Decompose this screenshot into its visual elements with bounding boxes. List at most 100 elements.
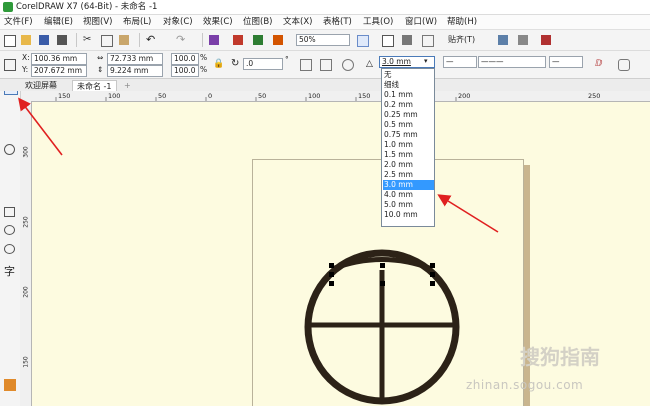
end-arrowhead-select[interactable]: —	[549, 56, 583, 68]
mirror-vertical-icon[interactable]	[320, 59, 332, 71]
shape-tool-icon[interactable]	[4, 99, 16, 111]
crop-tool-icon[interactable]	[4, 124, 16, 136]
dropdown-option[interactable]: 4.0 mm	[383, 190, 434, 200]
polygon-tool-icon[interactable]	[4, 244, 15, 254]
transparency-icon[interactable]	[4, 353, 16, 365]
import-icon[interactable]	[233, 35, 243, 45]
tab-welcome-screen[interactable]: 欢迎屏幕	[21, 80, 61, 91]
menu-object[interactable]: 对象(C)	[163, 17, 193, 27]
options-icon[interactable]	[498, 35, 508, 45]
menu-bar: 文件(F) 编辑(E) 视图(V) 布局(L) 对象(C) 效果(C) 位图(B…	[0, 15, 650, 30]
menu-help[interactable]: 帮助(H)	[447, 17, 477, 27]
dropdown-option[interactable]: 细线	[383, 80, 434, 90]
vertical-ruler[interactable]: 300 250 200 150	[20, 101, 32, 406]
ellipse-tool-icon[interactable]	[4, 225, 15, 235]
print-icon[interactable]	[57, 35, 67, 45]
height-icon: ⇕	[97, 65, 104, 74]
text-tool-icon[interactable]: 字	[4, 266, 16, 278]
rectangle-tool-icon[interactable]	[4, 207, 15, 217]
redo-icon[interactable]: ↷	[176, 34, 186, 45]
menu-effects[interactable]: 效果(C)	[203, 17, 233, 27]
horizontal-ruler[interactable]: 150 100 50 0 50 100 150 200 250	[31, 91, 650, 102]
start-arrowhead-select[interactable]: —	[443, 56, 477, 68]
menu-text[interactable]: 文本(X)	[283, 17, 312, 27]
dropdown-option[interactable]: 0.75 mm	[383, 130, 434, 140]
scale-y-input[interactable]: 100.0	[171, 65, 199, 77]
show-guidelines-icon[interactable]	[422, 35, 434, 47]
new-document-icon[interactable]	[4, 35, 16, 47]
width-input[interactable]: 72.733 mm	[107, 53, 163, 65]
menu-edit[interactable]: 编辑(E)	[44, 17, 73, 27]
zoom-level-select[interactable]: 50%	[296, 34, 350, 46]
ruler-tick-label: 100	[308, 92, 321, 100]
arc-icon[interactable]	[342, 59, 354, 71]
document-tabs: 欢迎屏幕 未命名 -1 +	[0, 79, 650, 92]
rotation-angle-input[interactable]: .0	[243, 58, 283, 70]
interactive-fill-icon[interactable]	[4, 379, 16, 391]
full-screen-icon[interactable]	[357, 35, 369, 47]
lock-ratio-icon[interactable]: 🔒	[213, 59, 224, 69]
connector-tool-icon[interactable]	[4, 311, 16, 323]
cut-icon[interactable]: ✂	[83, 35, 93, 45]
snap-to-dropdown[interactable]: 贴齐(T)	[448, 35, 475, 45]
paste-icon[interactable]	[119, 35, 129, 45]
dropdown-option[interactable]: 5.0 mm	[383, 200, 434, 210]
dropdown-option[interactable]: 2.0 mm	[383, 160, 434, 170]
mirror-horizontal-icon[interactable]	[300, 59, 312, 71]
ruler-tick-label: 100	[108, 92, 121, 100]
publish-pdf-icon[interactable]	[273, 35, 283, 45]
watermark-url: zhinan.sogou.com	[466, 378, 584, 392]
dropdown-option[interactable]: 2.5 mm	[383, 170, 434, 180]
chevron-down-icon[interactable]: ▾	[424, 56, 428, 66]
menu-tools[interactable]: 工具(O)	[363, 17, 393, 27]
outline-pen-icon: △	[366, 59, 373, 69]
menu-window[interactable]: 窗口(W)	[405, 17, 437, 27]
x-position-input[interactable]: 100.36 mm	[31, 53, 87, 65]
scale-x-input[interactable]: 100.0	[171, 53, 199, 65]
dropdown-option[interactable]: 0.2 mm	[383, 100, 434, 110]
copy-icon[interactable]	[101, 35, 113, 47]
dropdown-option[interactable]: 1.5 mm	[383, 150, 434, 160]
outline-width-dropdown[interactable]: 无 细线 0.1 mm 0.2 mm 0.25 mm 0.5 mm 0.75 m…	[381, 68, 435, 227]
dropdown-option-selected[interactable]: 3.0 mm	[383, 180, 434, 190]
zoom-tool-icon[interactable]	[4, 144, 15, 155]
parallel-dimension-icon[interactable]	[4, 290, 16, 302]
dropdown-option[interactable]: 1.0 mm	[383, 140, 434, 150]
dropdown-option[interactable]: 0.5 mm	[383, 120, 434, 130]
wrap-text-icon[interactable]: ⅅ	[595, 59, 605, 69]
window-title: CorelDRAW X7 (64-Bit) - 未命名 -1	[16, 2, 158, 12]
y-position-input[interactable]: 207.672 mm	[31, 65, 87, 77]
ruler-tick-label: 250	[22, 216, 30, 228]
artistic-media-icon[interactable]	[4, 186, 16, 198]
menu-table[interactable]: 表格(T)	[323, 17, 352, 27]
drop-shadow-icon[interactable]	[4, 333, 16, 345]
dropdown-option[interactable]: 0.1 mm	[383, 90, 434, 100]
rotate-icon[interactable]: ↻	[231, 59, 241, 69]
dropdown-option[interactable]: 0.25 mm	[383, 110, 434, 120]
dropdown-option[interactable]: 无	[383, 70, 434, 80]
save-icon[interactable]	[39, 35, 49, 45]
tab-add-document[interactable]: +	[120, 80, 135, 91]
dropdown-option[interactable]: 10.0 mm	[383, 210, 434, 220]
menu-file[interactable]: 文件(F)	[4, 17, 33, 27]
menu-view[interactable]: 视图(V)	[83, 17, 112, 27]
convert-to-curves-icon[interactable]	[618, 59, 630, 71]
export-icon[interactable]	[253, 35, 263, 45]
open-folder-icon[interactable]	[21, 35, 31, 45]
ruler-tick-label: 250	[588, 92, 601, 100]
menu-bitmaps[interactable]: 位图(B)	[243, 17, 272, 27]
line-style-select[interactable]: ———	[478, 56, 546, 68]
freehand-tool-icon[interactable]	[4, 164, 16, 176]
color-management-icon[interactable]	[541, 35, 551, 45]
show-rulers-icon[interactable]	[382, 35, 394, 47]
search-content-icon[interactable]	[209, 35, 219, 45]
undo-icon[interactable]: ↶	[146, 34, 156, 45]
height-input[interactable]: 9.224 mm	[107, 65, 163, 77]
object-origin-icon[interactable]	[4, 59, 16, 71]
ruler-tick-label: 200	[22, 286, 30, 298]
standard-toolbar: ✂ ↶ ↷ 50% 贴齐(T)	[0, 30, 650, 51]
ruler-ticks	[55, 97, 457, 101]
show-grid-icon[interactable]	[402, 35, 412, 45]
menu-layout[interactable]: 布局(L)	[123, 17, 151, 27]
application-launcher-icon[interactable]	[518, 35, 528, 45]
